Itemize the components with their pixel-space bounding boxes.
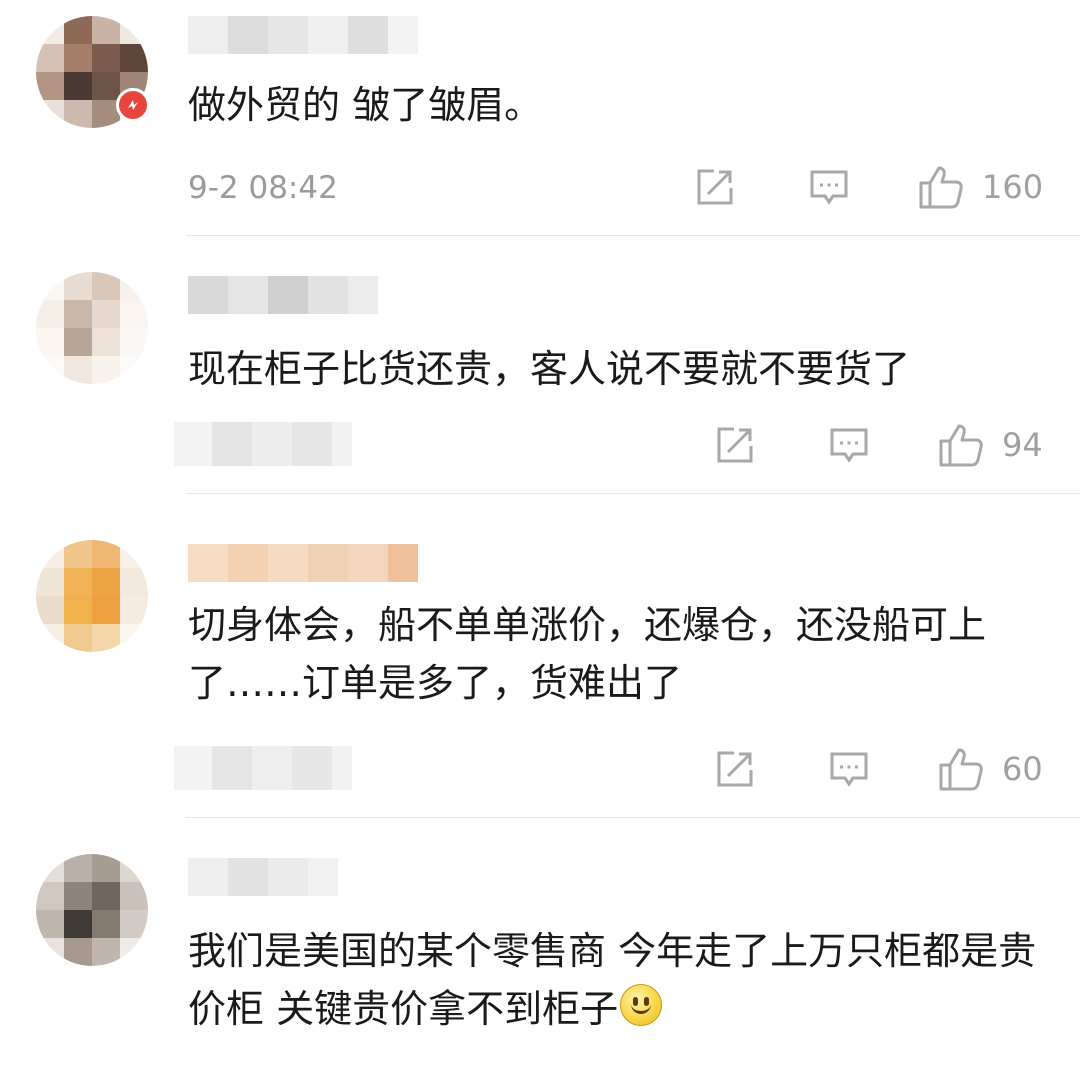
share-button[interactable]: [714, 420, 756, 470]
thumbs-up-icon: [939, 748, 983, 791]
comment-item: 我们是美国的某个零售商 今年走了上万只柜都是贵价柜 关键贵价拿不到柜子: [0, 818, 1080, 1071]
reply-button[interactable]: [828, 420, 870, 470]
comment-text: 做外贸的 皱了皱眉。: [188, 83, 543, 127]
timestamp-blurred: [174, 422, 352, 466]
reply-button[interactable]: [828, 744, 870, 794]
like-button[interactable]: 94: [938, 420, 1043, 470]
smile-emoji-icon: [620, 984, 663, 1026]
like-count: 60: [1002, 750, 1043, 788]
username-blurred[interactable]: [188, 544, 418, 582]
avatar[interactable]: [36, 540, 148, 652]
timestamp-blurred: [174, 746, 352, 790]
comment-meta: 60: [174, 744, 1044, 794]
share-button[interactable]: [694, 162, 736, 212]
like-button[interactable]: 160: [918, 162, 1043, 212]
comment-item: 切身体会，船不单单涨价，还爆仓，还没船可上了……订单是多了，货难出了 60: [0, 494, 1080, 818]
comment-text: 我们是美国的某个零售商 今年走了上万只柜都是贵价柜 关键贵价拿不到柜子: [188, 922, 1058, 1038]
comment-meta: 94: [174, 420, 1044, 470]
share-button[interactable]: [714, 744, 756, 794]
comment-item: 现在柜子比货还贵，客人说不要就不要货了 94: [0, 236, 1080, 494]
username-blurred[interactable]: [188, 276, 378, 314]
comment-text: 切身体会，船不单单涨价，还爆仓，还没船可上了……订单是多了，货难出了: [188, 603, 987, 705]
share-icon: [717, 751, 753, 787]
thumbs-up-icon: [919, 166, 963, 209]
like-count: 94: [1002, 426, 1043, 464]
comment-text: 现在柜子比货还贵，客人说不要就不要货了: [188, 347, 911, 391]
comment-icon: [810, 170, 848, 205]
share-icon: [717, 427, 753, 463]
comment-list: 做外贸的 皱了皱眉。 9-2 08:42 160 现在柜子比货还贵，客人说不要就…: [0, 0, 1080, 1071]
avatar[interactable]: [36, 272, 148, 384]
reply-button[interactable]: [808, 162, 850, 212]
thumbs-up-icon: [939, 424, 983, 467]
verified-badge-icon: [116, 88, 150, 122]
share-icon: [697, 169, 733, 205]
like-count: 160: [982, 168, 1044, 206]
comment-icon: [830, 752, 868, 787]
comment-icon: [830, 428, 868, 463]
comment-meta: 9-2 08:42 160: [188, 162, 1044, 212]
username-blurred[interactable]: [188, 16, 418, 54]
comment-item: 做外贸的 皱了皱眉。 9-2 08:42 160: [0, 0, 1080, 236]
avatar[interactable]: [36, 854, 148, 966]
username-blurred[interactable]: [188, 858, 338, 896]
comment-text-content: 我们是美国的某个零售商 今年走了上万只柜都是贵价柜 关键贵价拿不到柜子: [188, 929, 1037, 1031]
like-button[interactable]: 60: [938, 744, 1043, 794]
comment-timestamp: 9-2 08:42: [188, 170, 338, 206]
